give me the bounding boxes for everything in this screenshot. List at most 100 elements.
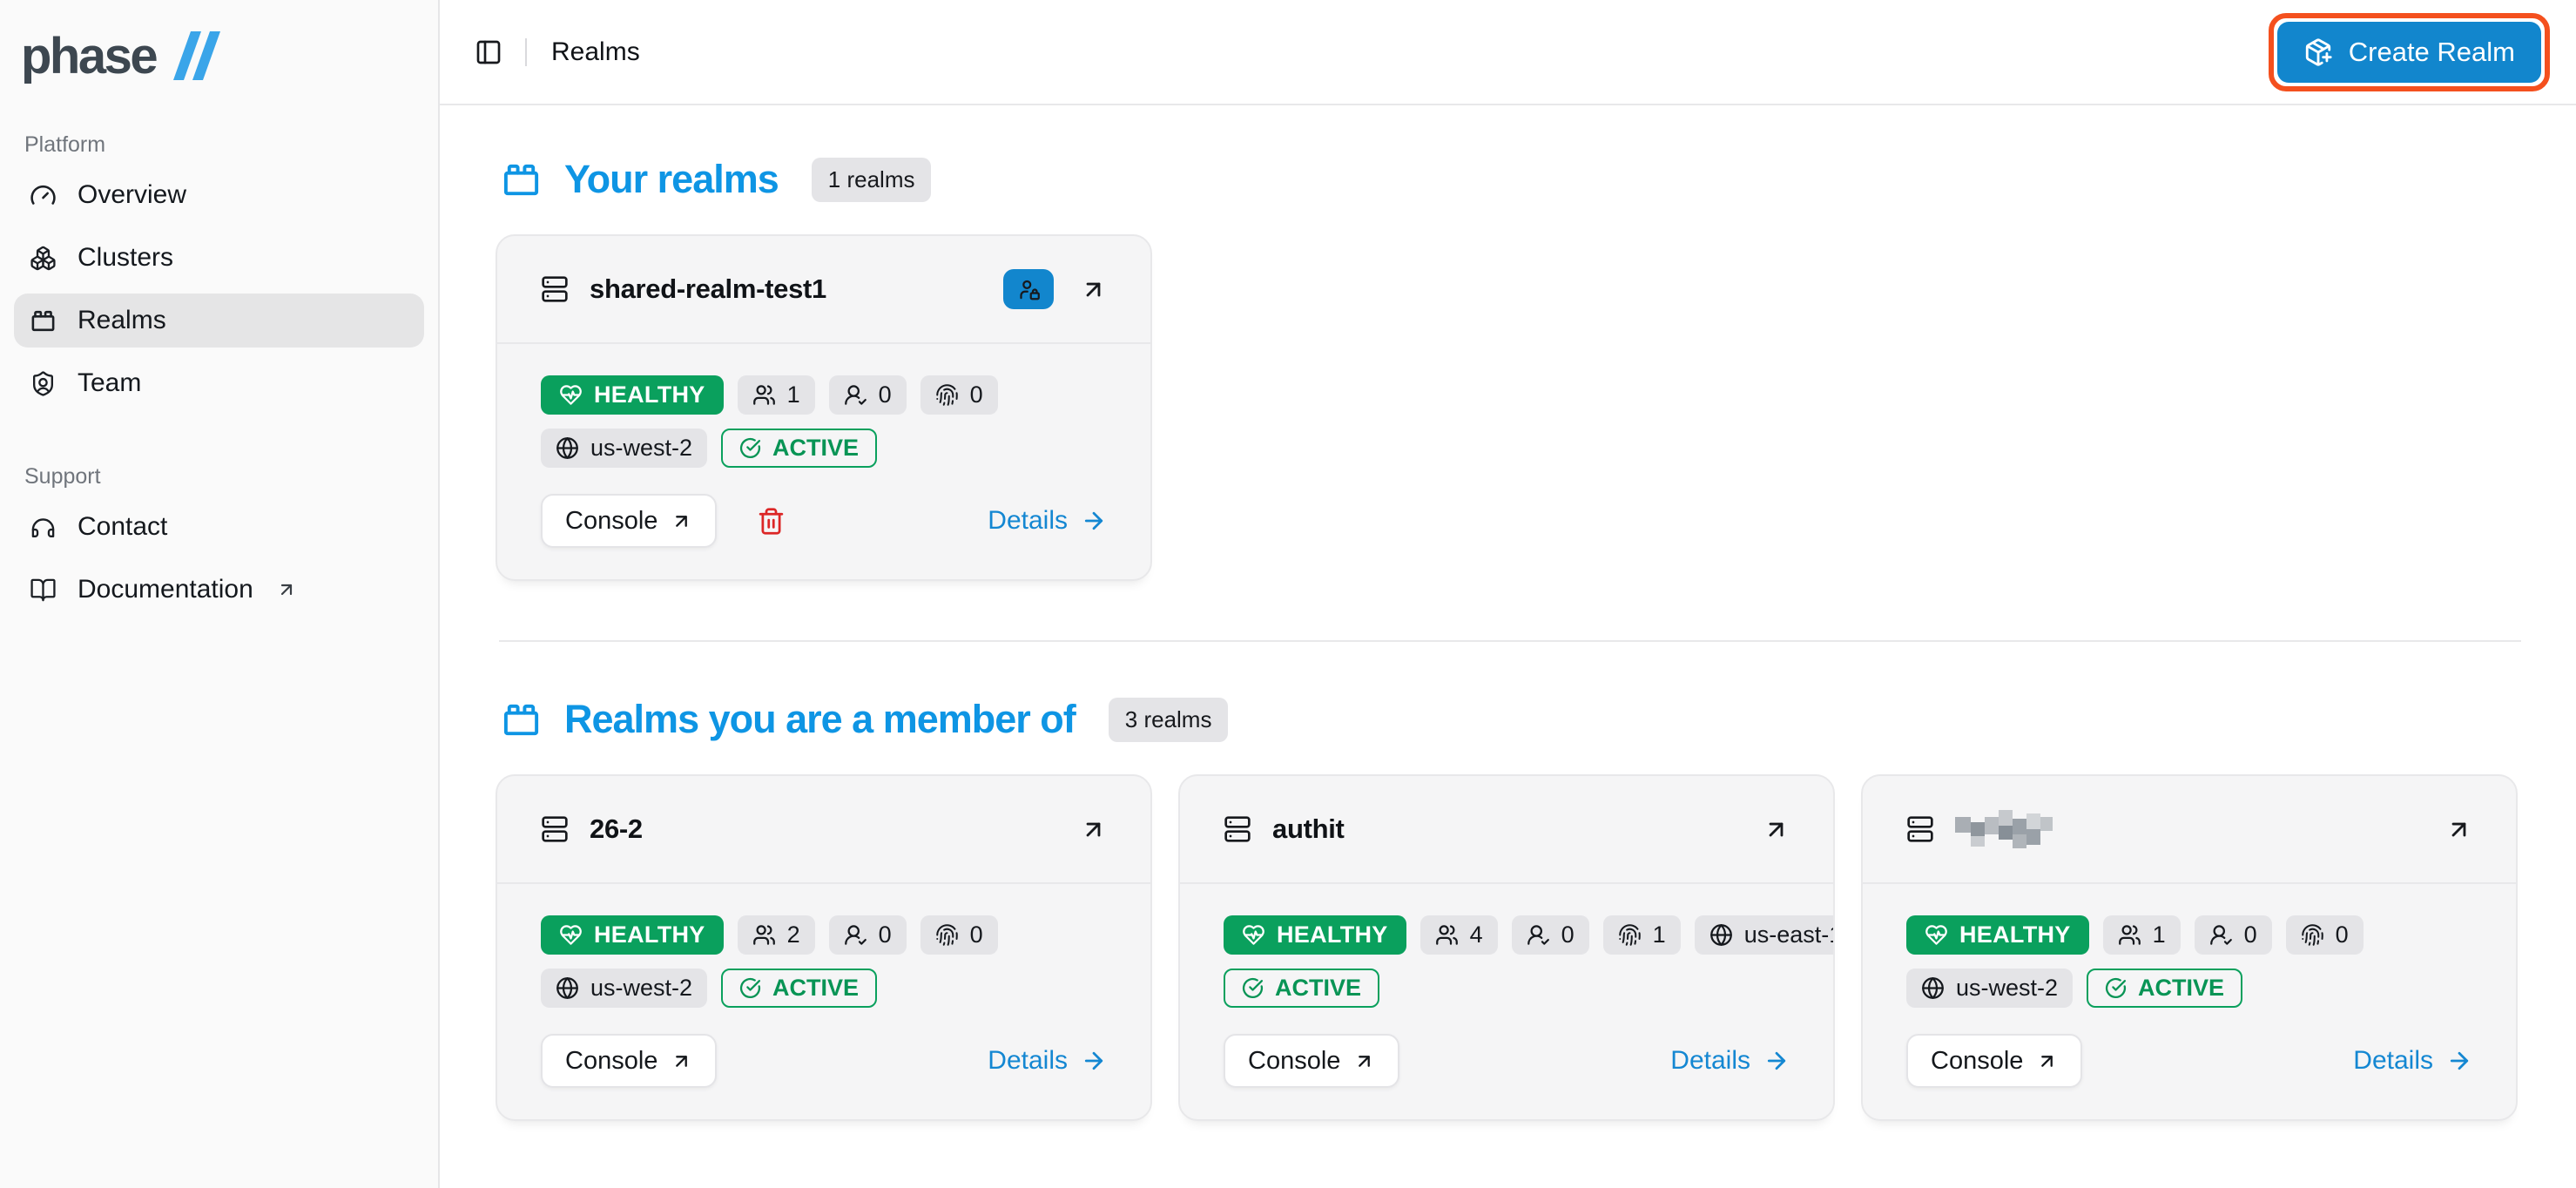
console-button[interactable]: Console xyxy=(541,1034,717,1088)
user-check-icon xyxy=(1527,923,1550,947)
arrow-right-icon xyxy=(1081,508,1107,534)
headset-icon xyxy=(30,514,57,541)
user-check-icon xyxy=(844,923,867,947)
content: Your realms 1 realms shared-realm-test1 xyxy=(440,105,2576,1147)
sidebar-item-contact[interactable]: Contact xyxy=(14,500,424,554)
sidebar-item-team[interactable]: Team xyxy=(14,356,424,410)
heart-pulse-icon xyxy=(1925,923,1948,947)
user-check-icon xyxy=(2209,923,2233,947)
arrow-up-right-icon xyxy=(1080,816,1107,843)
toy-brick-icon xyxy=(30,307,57,334)
sidebar-item-label: Overview xyxy=(78,180,186,210)
realm-card-26-2: 26-2 HEALTHY xyxy=(496,774,1152,1121)
member-realms-grid: 26-2 HEALTHY xyxy=(496,774,2520,1121)
console-button[interactable]: Console xyxy=(541,494,717,548)
gauge-icon xyxy=(30,182,57,209)
fingerprint-icon xyxy=(2301,923,2324,947)
sidebar-item-label: Clusters xyxy=(78,243,173,273)
arrow-up-right-icon xyxy=(2036,1050,2058,1072)
fingerprint-count-badge: 0 xyxy=(2286,915,2364,955)
sidebar-item-label: Realms xyxy=(78,306,166,335)
create-realm-button[interactable]: Create Realm xyxy=(2277,22,2541,83)
region-badge: us-west-2 xyxy=(541,429,707,468)
toy-brick-icon xyxy=(501,159,542,200)
realm-card-header: 26-2 xyxy=(497,776,1150,884)
member-realms-heading: Realms you are a member of 3 realms xyxy=(501,694,2520,745)
details-link[interactable]: Details xyxy=(1670,1046,1790,1076)
health-badge: HEALTHY xyxy=(541,915,724,955)
user-check-count-badge: 0 xyxy=(829,915,907,955)
section-title: Realms you are a member of xyxy=(564,697,1076,742)
globe-icon xyxy=(1921,976,1945,1000)
console-button[interactable]: Console xyxy=(1906,1034,2082,1088)
user-check-count-badge: 0 xyxy=(2195,915,2272,955)
fingerprint-icon xyxy=(1618,923,1642,947)
redacted-realm-name xyxy=(1955,807,2061,852)
sidebar-section-platform: Platform xyxy=(24,132,438,158)
status-badge: ACTIVE xyxy=(721,429,877,468)
sidebar-toggle-button[interactable] xyxy=(475,38,502,66)
arrow-right-icon xyxy=(2446,1048,2472,1074)
arrow-up-right-icon xyxy=(1763,816,1790,843)
heart-pulse-icon xyxy=(559,383,583,407)
realm-card-header xyxy=(1863,776,2516,884)
open-realm-button[interactable] xyxy=(1080,276,1107,303)
status-badge: ACTIVE xyxy=(2087,969,2242,1008)
top-bar: Realms Create Realm xyxy=(440,0,2576,105)
circle-check-icon xyxy=(739,437,761,459)
globe-icon xyxy=(556,976,579,1000)
your-realms-heading: Your realms 1 realms xyxy=(501,154,2520,205)
server-icon xyxy=(1224,815,1251,843)
arrow-up-right-icon xyxy=(1080,276,1107,303)
phase-logo[interactable]: phase xyxy=(0,0,438,96)
sidebar-item-label: Documentation xyxy=(78,575,253,604)
realm-card-body: HEALTHY 4 0 xyxy=(1180,884,1833,1119)
realm-card-authit: authit HEALTHY xyxy=(1178,774,1835,1121)
open-realm-button[interactable] xyxy=(1080,816,1107,843)
users-count-badge: 2 xyxy=(738,915,815,955)
heart-pulse-icon xyxy=(1242,923,1265,947)
details-link[interactable]: Details xyxy=(988,506,1107,536)
delete-realm-button[interactable] xyxy=(757,507,786,536)
open-realm-button[interactable] xyxy=(1763,816,1790,843)
arrow-up-right-icon xyxy=(1353,1050,1375,1072)
annotation-highlight: Create Realm xyxy=(2269,13,2550,91)
heart-pulse-icon xyxy=(559,923,583,947)
region-badge: us-east-1 xyxy=(1695,915,1835,955)
users-icon xyxy=(2118,923,2141,947)
console-button[interactable]: Console xyxy=(1224,1034,1399,1088)
main-area: Realms Create Realm Your realms 1 realms… xyxy=(440,0,2576,1188)
logo-wordmark: phase xyxy=(21,27,156,85)
realm-card-header: shared-realm-test1 xyxy=(497,236,1150,344)
users-icon xyxy=(752,923,776,947)
fingerprint-icon xyxy=(935,383,959,407)
realm-card-body: HEALTHY 2 0 xyxy=(497,884,1150,1119)
open-realm-button[interactable] xyxy=(2445,816,2472,843)
fingerprint-icon xyxy=(935,923,959,947)
shared-realm-badge[interactable] xyxy=(1003,269,1054,309)
logo-slashes-icon xyxy=(165,31,222,80)
details-link[interactable]: Details xyxy=(988,1046,1107,1076)
status-badge: ACTIVE xyxy=(721,969,877,1008)
sidebar: phase Platform Overview Clusters Realms … xyxy=(0,0,440,1188)
topbar-divider xyxy=(525,38,527,66)
details-link[interactable]: Details xyxy=(2353,1046,2472,1076)
region-badge: us-west-2 xyxy=(1906,969,2073,1008)
users-count-badge: 1 xyxy=(2103,915,2181,955)
region-badge: us-west-2 xyxy=(541,969,707,1008)
arrow-up-right-icon xyxy=(671,1050,692,1072)
boxes-icon xyxy=(30,245,57,272)
circle-check-icon xyxy=(2105,977,2127,999)
sidebar-item-realms[interactable]: Realms xyxy=(14,294,424,348)
users-count-badge: 4 xyxy=(1420,915,1498,955)
circle-check-icon xyxy=(739,977,761,999)
status-badge: ACTIVE xyxy=(1224,969,1379,1008)
section-title: Your realms xyxy=(564,157,779,202)
fingerprint-count-badge: 1 xyxy=(1603,915,1681,955)
section-divider xyxy=(499,640,2521,642)
sidebar-item-documentation[interactable]: Documentation xyxy=(14,563,424,617)
sidebar-item-overview[interactable]: Overview xyxy=(14,168,424,222)
server-icon xyxy=(1906,815,1934,843)
sidebar-item-clusters[interactable]: Clusters xyxy=(14,231,424,285)
package-plus-icon xyxy=(2303,37,2333,67)
